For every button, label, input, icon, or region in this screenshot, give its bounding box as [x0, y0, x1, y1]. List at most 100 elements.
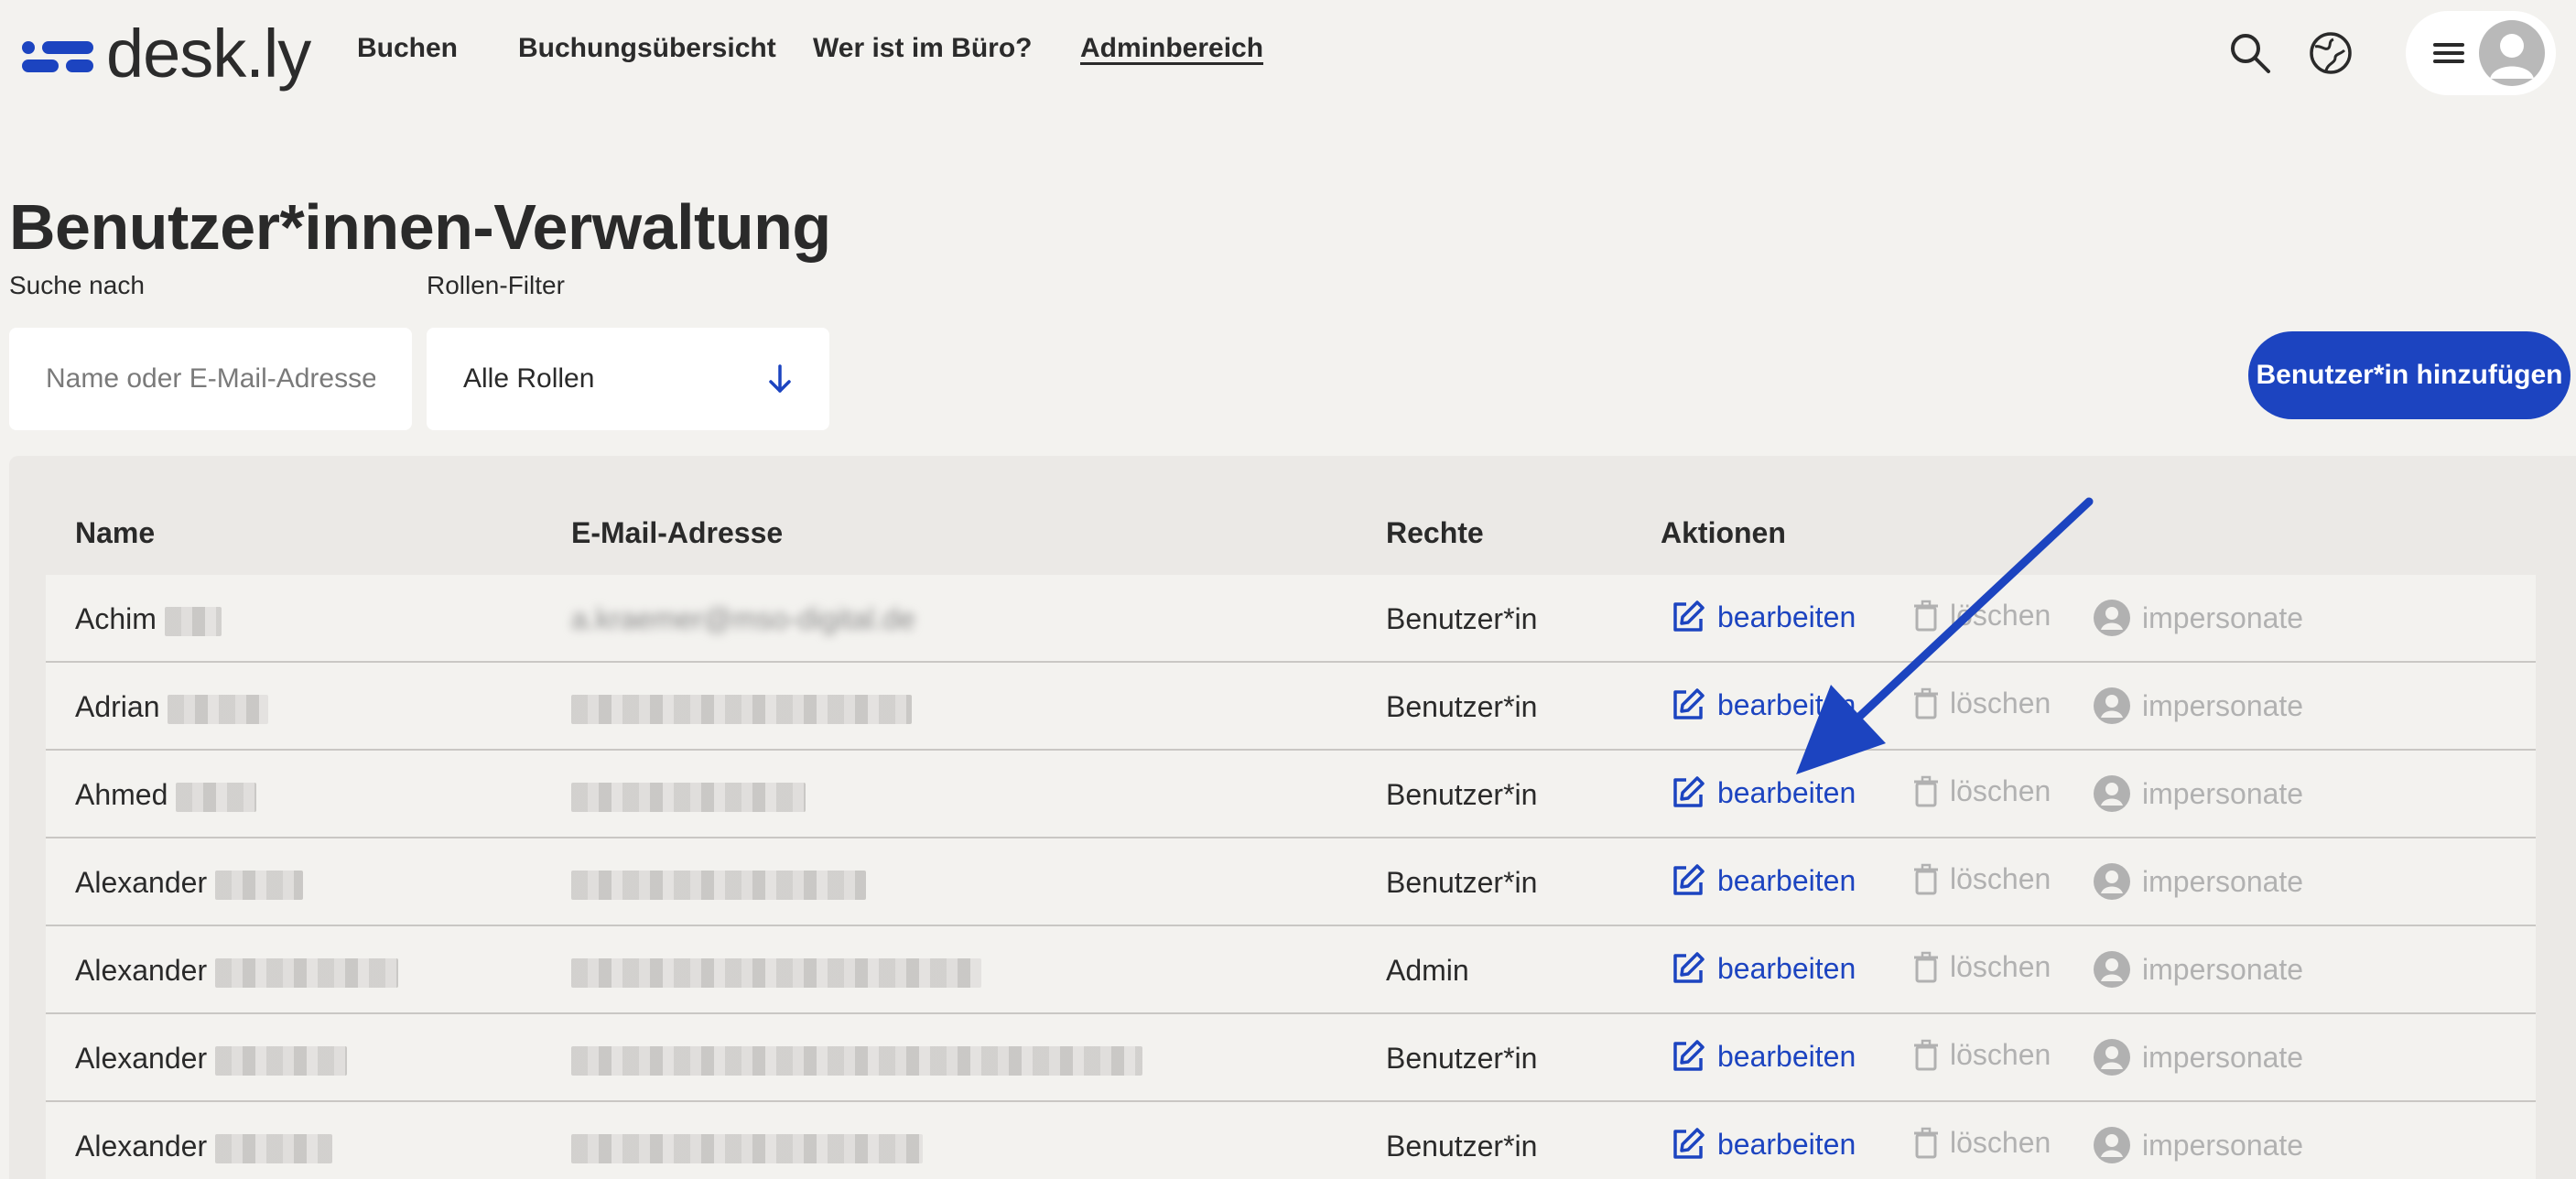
edit-user-button[interactable]: bearbeiten	[1670, 1126, 1856, 1163]
top-navigation-bar: desk.ly Buchen Buchungsübersicht Wer ist…	[0, 0, 2576, 106]
column-header-role: Rechte	[1386, 516, 1484, 549]
delete-label: löschen	[1950, 1126, 2051, 1159]
trash-icon	[1913, 951, 1939, 984]
user-menu-button[interactable]	[2406, 11, 2556, 95]
user-role: Benutzer*in	[1386, 690, 1538, 723]
user-avatar-icon	[2479, 20, 2545, 86]
search-button[interactable]	[2223, 26, 2278, 81]
edit-icon	[1670, 599, 1706, 635]
user-email-text: a.kraemer@mso-digital.de	[571, 602, 915, 635]
user-role: Benutzer*in	[1386, 602, 1538, 635]
table-row: Alexander Benutzer*in bearbeiten löschen…	[46, 1014, 2536, 1102]
delete-label: löschen	[1950, 687, 2051, 719]
column-header-email: E-Mail-Adresse	[571, 516, 784, 549]
edit-label: bearbeiten	[1717, 775, 1856, 809]
edit-icon	[1670, 950, 1706, 987]
table-row: Ahmed Benutzer*in bearbeiten löschen imp…	[46, 751, 2536, 838]
nav-item-adminbereich[interactable]: Adminbereich	[1080, 33, 1263, 64]
delete-user-button[interactable]: löschen	[1913, 1038, 2051, 1072]
nav-item-buchungsuebersicht[interactable]: Buchungsübersicht	[518, 33, 776, 64]
edit-icon	[1670, 774, 1706, 811]
table-header: Name E-Mail-Adresse Rechte Aktionen	[9, 456, 2576, 575]
user-email	[571, 1130, 923, 1163]
redacted-email	[571, 870, 866, 900]
edit-icon	[1670, 1126, 1706, 1163]
user-name: Ahmed	[75, 778, 257, 812]
user-name: Alexander	[75, 866, 303, 900]
impersonate-label: impersonate	[2142, 1128, 2304, 1162]
edit-user-button[interactable]: bearbeiten	[1670, 599, 1856, 635]
language-button[interactable]	[2303, 26, 2358, 81]
role-filter-select[interactable]: Alle Rollen	[427, 328, 829, 430]
user-email	[571, 690, 912, 724]
redacted-last-name	[168, 694, 269, 724]
delete-user-button[interactable]: löschen	[1913, 950, 2051, 984]
redacted-last-name	[214, 1133, 332, 1163]
user-first-name: Alexander	[75, 954, 208, 987]
user-first-name: Ahmed	[75, 778, 168, 811]
impersonate-user-button[interactable]: impersonate	[2093, 1038, 2303, 1076]
edit-user-button[interactable]: bearbeiten	[1670, 687, 1856, 723]
redacted-last-name	[176, 782, 257, 812]
impersonate-user-button[interactable]: impersonate	[2093, 774, 2303, 813]
search-label: Suche nach	[9, 271, 145, 299]
users-table: Name E-Mail-Adresse Rechte Aktionen Achi…	[9, 456, 2576, 1179]
table-row: Achim a.kraemer@mso-digital.de Benutzer*…	[46, 575, 2536, 663]
table-row: Alexander Benutzer*in bearbeiten löschen…	[46, 838, 2536, 926]
role-filter-value: Alle Rollen	[463, 363, 595, 394]
delete-label: löschen	[1950, 1038, 2051, 1071]
nav-item-wer-ist-im-buero[interactable]: Wer ist im Büro?	[813, 33, 1032, 64]
edit-user-button[interactable]: bearbeiten	[1670, 1038, 1856, 1075]
user-circle-icon	[2093, 599, 2131, 637]
redacted-last-name	[214, 957, 398, 988]
delete-user-button[interactable]: löschen	[1913, 1126, 2051, 1160]
user-role: Benutzer*in	[1386, 1042, 1538, 1075]
user-email	[571, 866, 866, 900]
nav-item-buchen[interactable]: Buchen	[357, 33, 458, 64]
user-name: Adrian	[75, 690, 269, 724]
logo-mark-icon	[22, 34, 95, 74]
impersonate-user-button[interactable]: impersonate	[2093, 862, 2303, 901]
delete-label: löschen	[1950, 599, 2051, 632]
globe-icon	[2310, 32, 2352, 74]
edit-label: bearbeiten	[1717, 687, 1856, 721]
impersonate-user-button[interactable]: impersonate	[2093, 687, 2303, 725]
user-circle-icon	[2093, 687, 2131, 725]
user-name: Alexander	[75, 954, 398, 988]
search-input[interactable]	[9, 328, 412, 430]
user-circle-icon	[2093, 1126, 2131, 1164]
add-user-button[interactable]: Benutzer*in hinzufügen	[2248, 331, 2571, 419]
trash-icon	[1913, 1039, 1939, 1072]
redacted-email	[571, 782, 806, 812]
impersonate-user-button[interactable]: impersonate	[2093, 1126, 2303, 1164]
delete-user-button[interactable]: löschen	[1913, 862, 2051, 896]
page-title: Benutzer*innen-Verwaltung	[9, 191, 831, 263]
edit-user-button[interactable]: bearbeiten	[1670, 774, 1856, 811]
delete-user-button[interactable]: löschen	[1913, 774, 2051, 808]
user-name: Alexander	[75, 1130, 332, 1163]
user-name: Alexander	[75, 1042, 347, 1076]
impersonate-user-button[interactable]: impersonate	[2093, 950, 2303, 989]
user-first-name: Alexander	[75, 1130, 208, 1163]
search-icon	[2231, 34, 2270, 73]
impersonate-label: impersonate	[2142, 1040, 2304, 1074]
user-first-name: Adrian	[75, 690, 160, 723]
trash-icon	[1913, 863, 1939, 896]
edit-icon	[1670, 1038, 1706, 1075]
impersonate-user-button[interactable]: impersonate	[2093, 599, 2303, 637]
delete-user-button[interactable]: löschen	[1913, 687, 2051, 720]
logo[interactable]: desk.ly	[22, 13, 311, 95]
user-circle-icon	[2093, 862, 2131, 901]
trash-icon	[1913, 1127, 1939, 1160]
delete-user-button[interactable]: löschen	[1913, 599, 2051, 633]
user-circle-icon	[2093, 1038, 2131, 1076]
redacted-last-name	[214, 1045, 347, 1076]
table-row: Alexander Benutzer*in bearbeiten löschen…	[46, 1102, 2536, 1179]
user-email	[571, 1042, 1142, 1076]
user-first-name: Achim	[75, 602, 157, 635]
impersonate-label: impersonate	[2142, 776, 2304, 810]
edit-label: bearbeiten	[1717, 1127, 1856, 1161]
edit-user-button[interactable]: bearbeiten	[1670, 862, 1856, 899]
role-filter-label: Rollen-Filter	[427, 271, 565, 299]
edit-user-button[interactable]: bearbeiten	[1670, 950, 1856, 987]
